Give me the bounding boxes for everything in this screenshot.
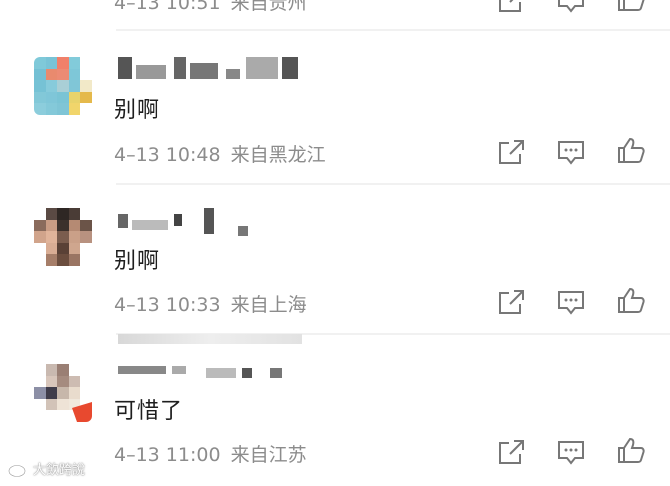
- comment-icon: [558, 291, 584, 315]
- comment-time: 4–13 10:48: [114, 144, 221, 166]
- comment-icon: [558, 441, 584, 465]
- like-button[interactable]: [616, 436, 646, 464]
- username-redacted[interactable]: [118, 57, 318, 79]
- comment-button[interactable]: [556, 0, 586, 14]
- comment-location: 来自贵州: [230, 0, 307, 14]
- watermark-text: 大飲跨說: [33, 463, 86, 478]
- like-button[interactable]: [616, 286, 646, 314]
- share-button[interactable]: [496, 0, 526, 14]
- comment-time: 4–13 11:00: [114, 444, 221, 466]
- comment-location: 来自黑龙江: [230, 144, 326, 166]
- blur-artifact: [118, 334, 302, 344]
- share-icon: [499, 140, 524, 164]
- share-button[interactable]: [496, 288, 526, 316]
- share-icon: [499, 440, 524, 464]
- comment-icon: [558, 141, 584, 165]
- comment-location: 来自江苏: [230, 444, 307, 466]
- divider: [116, 183, 670, 185]
- comment-meta: 4–13 10:33 来自上海: [114, 290, 307, 317]
- comment-content: 可惜了: [114, 399, 184, 424]
- comment-time: 4–13 10:33: [114, 294, 221, 316]
- comment-icon: [558, 0, 584, 13]
- comment-meta: 4–13 10:48 来自黑龙江: [114, 140, 326, 167]
- like-icon: [618, 0, 645, 11]
- like-icon: [618, 287, 645, 313]
- comment-button[interactable]: [556, 288, 586, 316]
- share-button[interactable]: [496, 438, 526, 466]
- username-redacted[interactable]: [118, 208, 318, 236]
- username-redacted[interactable]: [118, 364, 318, 386]
- comment-location: 来自上海: [230, 294, 307, 316]
- share-button[interactable]: [496, 138, 526, 166]
- comment-content: 别啊: [114, 98, 161, 123]
- watermark: 大飲跨說: [8, 459, 85, 478]
- avatar[interactable]: [34, 364, 92, 422]
- share-icon: [499, 0, 521, 12]
- comment-content: 别啊: [114, 249, 161, 274]
- share-icon: [499, 290, 524, 314]
- comment-button[interactable]: [556, 438, 586, 466]
- comment-list: 4–13 10:51 来自贵州 别啊 4–13 10:48 来自黑龙江 别啊 4…: [0, 0, 670, 486]
- like-icon: [618, 137, 645, 163]
- avatar[interactable]: [34, 57, 92, 115]
- comment-button[interactable]: [556, 138, 586, 166]
- comment-time: 4–13 10:51: [114, 0, 221, 14]
- comment-meta: 4–13 10:51 来自贵州: [114, 0, 307, 15]
- like-icon: [618, 437, 645, 463]
- like-button[interactable]: [616, 0, 646, 12]
- avatar[interactable]: [34, 208, 92, 266]
- divider: [116, 29, 670, 31]
- weibo-logo-icon: [8, 461, 28, 477]
- like-button[interactable]: [616, 136, 646, 164]
- comment-meta: 4–13 11:00 来自江苏: [114, 440, 307, 467]
